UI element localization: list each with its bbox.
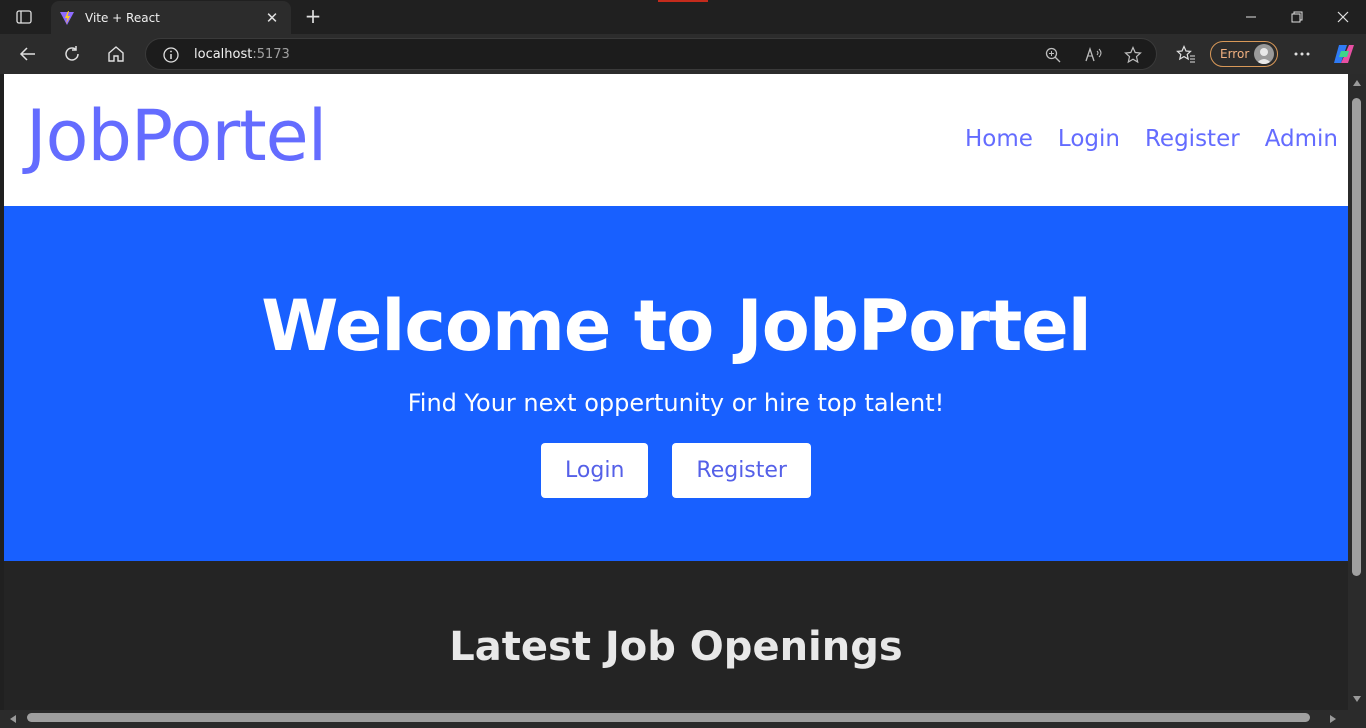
browser-titlebar: Vite + React ✕ +	[0, 0, 1366, 34]
plus-icon[interactable]: +	[302, 6, 324, 28]
site-logo[interactable]: JobPortel	[26, 101, 327, 171]
profile-status-label: Error	[1220, 47, 1250, 61]
hero-register-button[interactable]: Register	[672, 443, 811, 498]
favorites-icon[interactable]	[1172, 40, 1200, 68]
vite-logo-icon	[60, 10, 74, 25]
avatar	[1254, 44, 1274, 64]
page-viewport: JobPortel Home Login Register Admin Welc…	[4, 74, 1348, 710]
vertical-scroll-thumb[interactable]	[1352, 98, 1361, 576]
scroll-left-icon[interactable]	[10, 715, 16, 723]
close-icon[interactable]: ✕	[263, 9, 281, 27]
hero-subtitle: Find Your next oppertunity or hire top t…	[407, 389, 945, 417]
refresh-icon[interactable]	[58, 40, 86, 68]
restore-icon[interactable]	[1274, 0, 1320, 34]
hero-buttons: Login Register	[4, 443, 1348, 498]
profile-error-button[interactable]: Error	[1210, 41, 1278, 67]
scroll-right-icon[interactable]	[1330, 715, 1336, 723]
nav-login-link[interactable]: Login	[1058, 126, 1120, 152]
scroll-up-icon[interactable]	[1353, 80, 1361, 86]
scroll-down-icon[interactable]	[1353, 696, 1361, 702]
nav-register-link[interactable]: Register	[1145, 126, 1240, 152]
back-arrow-icon[interactable]	[14, 40, 42, 68]
main-nav: Home Login Register Admin	[965, 126, 1338, 152]
browser-tab[interactable]: Vite + React ✕	[51, 1, 291, 34]
hero-login-button[interactable]: Login	[541, 443, 649, 498]
tab-title: Vite + React	[85, 10, 160, 25]
star-icon[interactable]	[1123, 45, 1143, 65]
site-header: JobPortel Home Login Register Admin	[4, 74, 1348, 206]
browser-toolbar: localhost:5173 Error	[0, 34, 1366, 74]
home-icon[interactable]	[102, 40, 130, 68]
minimize-icon[interactable]	[1228, 0, 1274, 34]
horizontal-scrollbar[interactable]	[0, 710, 1366, 728]
copilot-icon[interactable]	[1330, 40, 1358, 68]
url-text[interactable]: localhost:5173	[194, 47, 290, 62]
nav-home-link[interactable]: Home	[965, 126, 1033, 152]
window-edge-marker	[658, 0, 708, 2]
close-window-icon[interactable]	[1320, 0, 1366, 34]
vertical-scrollbar[interactable]	[1348, 74, 1366, 710]
nav-admin-link[interactable]: Admin	[1265, 126, 1338, 152]
horizontal-scroll-thumb[interactable]	[27, 713, 1310, 722]
info-icon[interactable]	[162, 46, 180, 64]
hero-section: Welcome to JobPortel Find Your next oppe…	[4, 206, 1348, 561]
tab-actions-icon[interactable]	[12, 8, 36, 26]
more-icon[interactable]	[1288, 40, 1316, 68]
url-port: :5173	[252, 47, 290, 62]
hero-title: Welcome to JobPortel	[261, 285, 1092, 367]
zoom-icon[interactable]	[1043, 45, 1063, 65]
url-host: localhost	[194, 47, 253, 62]
read-aloud-icon[interactable]	[1084, 45, 1104, 65]
latest-jobs-heading: Latest Job Openings	[449, 624, 903, 670]
address-bar[interactable]: localhost:5173	[145, 38, 1157, 70]
